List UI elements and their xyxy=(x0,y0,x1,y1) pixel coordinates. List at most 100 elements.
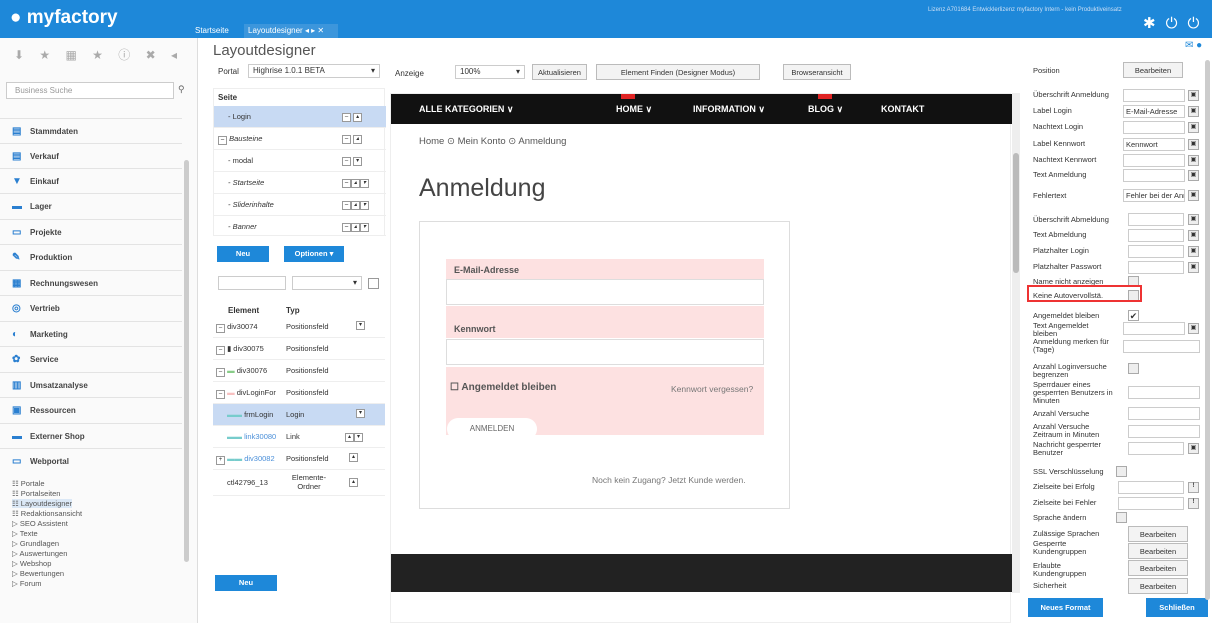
subnav-texte[interactable]: ▷ Texte xyxy=(12,529,38,538)
tree-row[interactable]: - modal ‒ ▾ xyxy=(214,150,386,172)
sidebar-scrollbar[interactable] xyxy=(184,160,189,562)
table-row[interactable]: ctl42796_13 Elemente-Ordner ▴ xyxy=(213,470,385,496)
table-row[interactable]: ‒ ▮ div30075 Positionsfeld xyxy=(213,338,385,360)
position-edit-button[interactable]: Bearbeiten xyxy=(1123,62,1183,78)
tree-row[interactable]: - Login ‒ ▴ xyxy=(214,106,386,128)
translate-icon[interactable]: ▣ xyxy=(1188,139,1199,150)
subnav-forum[interactable]: ▷ Forum xyxy=(12,579,42,588)
translate-icon[interactable]: ▣ xyxy=(1188,90,1199,101)
password-input[interactable] xyxy=(446,339,764,365)
quick-icons[interactable]: ⬇ ★ ▦ ★ ⓘ ✖ ◂ xyxy=(14,46,183,63)
languages-edit-button[interactable]: Bearbeiten xyxy=(1128,526,1188,542)
subnav-portale[interactable]: ☷ Portale xyxy=(12,479,45,488)
table-row[interactable]: ‒ ▬ divLoginFor Positionsfeld xyxy=(213,382,385,404)
find-element-button[interactable]: Element Finden (Designer Modus) xyxy=(596,64,760,80)
subnav-seo-assistent[interactable]: ▷ SEO Assistent xyxy=(12,519,68,528)
prop-input[interactable] xyxy=(1123,89,1185,102)
search-icon[interactable]: ⚲ xyxy=(178,84,185,95)
new-format-button[interactable]: Neues Format xyxy=(1028,598,1103,617)
search-input[interactable]: Business Suche xyxy=(6,82,174,99)
security-edit-button[interactable]: Bearbeiten xyxy=(1128,578,1188,594)
nav-kontakt[interactable]: KONTAKT xyxy=(881,104,924,114)
blocked-groups-edit-button[interactable]: Bearbeiten xyxy=(1128,543,1188,559)
subnav-auswertungen[interactable]: ▷ Auswertungen xyxy=(12,549,67,558)
refresh-button[interactable]: Aktualisieren xyxy=(532,64,587,80)
prop-input[interactable]: Kennwort xyxy=(1123,138,1185,151)
translate-icon[interactable]: ▣ xyxy=(1188,443,1199,454)
tree-row[interactable]: - Banner ‒ ▴ ▾ xyxy=(214,216,386,236)
sidebar-item-stammdaten[interactable]: ▤ Stammdaten xyxy=(0,118,182,143)
prop-input[interactable] xyxy=(1128,407,1200,420)
sidebar-item-externer-shop[interactable]: ▬ Externer Shop xyxy=(0,423,182,448)
allowed-groups-edit-button[interactable]: Bearbeiten xyxy=(1128,560,1188,576)
register-link[interactable]: Noch kein Zugang? Jetzt Kunde werden. xyxy=(592,475,746,485)
login-button[interactable]: ANMELDEN xyxy=(447,418,537,440)
prop-input[interactable] xyxy=(1118,481,1184,494)
prop-input[interactable] xyxy=(1123,121,1185,134)
browser-view-button[interactable]: Browseransicht xyxy=(783,64,851,80)
logout-icon[interactable]: ⏻ xyxy=(1187,15,1209,32)
prop-input[interactable] xyxy=(1128,229,1184,242)
properties-scrollbar[interactable] xyxy=(1205,60,1210,600)
translate-icon[interactable]: ▣ xyxy=(1188,106,1199,117)
sidebar-item-service[interactable]: ✿ Service xyxy=(0,346,182,371)
prop-input[interactable] xyxy=(1128,442,1184,455)
prop-input[interactable] xyxy=(1123,154,1185,167)
prop-input[interactable] xyxy=(1128,245,1184,258)
preview-scrollbar[interactable] xyxy=(1012,93,1020,593)
sidebar-item-produktion[interactable]: ✎ Produktion xyxy=(0,244,182,269)
prop-input[interactable] xyxy=(1123,169,1185,182)
filter-select[interactable]: ▾ xyxy=(292,276,362,290)
filter-checkbox[interactable] xyxy=(368,278,379,289)
new-page-button[interactable]: Neu xyxy=(217,246,269,262)
portal-select[interactable]: Highrise 1.0.1 BETA ▾ xyxy=(248,64,380,78)
subnav-redaktionsansicht[interactable]: ☷ Redaktionsansicht xyxy=(12,509,82,518)
sidebar-item-vertrieb[interactable]: ◎ Vertrieb xyxy=(0,295,182,320)
translate-icon[interactable]: ▣ xyxy=(1188,170,1199,181)
table-row[interactable]: ▬▬ link30080 Link ▴ ▾ xyxy=(213,426,385,448)
tab-startseite[interactable]: Startseite xyxy=(195,26,229,35)
prop-input[interactable] xyxy=(1128,213,1184,226)
table-row[interactable]: + ▬▬ div30082 Positionsfeld ▴ xyxy=(213,448,385,470)
translate-icon[interactable]: ▣ xyxy=(1188,214,1199,225)
translate-icon[interactable]: ▣ xyxy=(1188,155,1199,166)
translate-icon[interactable]: ▣ xyxy=(1188,122,1199,133)
translate-icon[interactable]: ▣ xyxy=(1188,190,1199,201)
zoom-select[interactable]: 100% ▾ xyxy=(455,65,525,79)
options-button[interactable]: Optionen ▾ xyxy=(284,246,344,262)
limit-attempts-checkbox[interactable] xyxy=(1128,363,1139,374)
prop-input[interactable] xyxy=(1118,497,1184,510)
new-element-button[interactable]: Neu xyxy=(215,575,277,591)
app-logo[interactable]: ● myfactory xyxy=(10,7,118,29)
sidebar-item-umsatzanalyse[interactable]: ▥ Umsatzanalyse xyxy=(0,372,182,397)
subnav-layoutdesigner[interactable]: ☷ Layoutdesigner xyxy=(12,499,73,508)
prop-input[interactable] xyxy=(1128,261,1184,274)
stay-logged-checkbox[interactable]: ✔ xyxy=(1128,310,1139,321)
exclamation-icon[interactable]: ! xyxy=(1188,482,1199,493)
translate-icon[interactable]: ▣ xyxy=(1188,230,1199,241)
prop-input[interactable] xyxy=(1123,340,1200,353)
exclamation-icon[interactable]: ! xyxy=(1188,498,1199,509)
sidebar-item-ressourcen[interactable]: ▣ Ressourcen xyxy=(0,397,182,422)
table-row[interactable]: ▬▬ frmLogin Login ▾ xyxy=(213,404,385,426)
sidebar-item-lager[interactable]: ▬ Lager xyxy=(0,193,182,218)
tree-row[interactable]: - Startseite ‒ ▴ ▾ xyxy=(214,172,386,194)
email-input[interactable] xyxy=(446,279,764,305)
sidebar-item-marketing[interactable]: ◐ Marketing xyxy=(0,321,182,346)
translate-icon[interactable]: ▣ xyxy=(1188,323,1199,334)
close-button[interactable]: Schließen xyxy=(1146,598,1208,617)
language-change-checkbox[interactable] xyxy=(1116,512,1127,523)
power-icon[interactable]: ⏻ xyxy=(1166,15,1188,32)
nav-information[interactable]: INFORMATION ∨ xyxy=(693,104,765,115)
tree-row[interactable]: - Sliderinhalte ‒ ▴ ▾ xyxy=(214,194,386,216)
table-row[interactable]: ‒ div30074 Positionsfeld ▾ xyxy=(213,316,385,338)
remember-checkbox[interactable]: ☐ Angemeldet bleiben xyxy=(450,382,556,393)
tree-row[interactable]: ‒ Bausteine ‒ ▴ xyxy=(214,128,386,150)
ssl-checkbox[interactable] xyxy=(1116,466,1127,477)
subnav-bewertungen[interactable]: ▷ Bewertungen xyxy=(12,569,64,578)
prop-input[interactable] xyxy=(1128,425,1200,438)
mail-icon[interactable]: ✉ ● xyxy=(1185,40,1202,51)
sidebar-item-verkauf[interactable]: ▤ Verkauf xyxy=(0,143,182,168)
prop-input[interactable]: E-Mail-Adresse xyxy=(1123,105,1185,118)
nav-blog[interactable]: BLOG ∨ xyxy=(808,104,843,115)
